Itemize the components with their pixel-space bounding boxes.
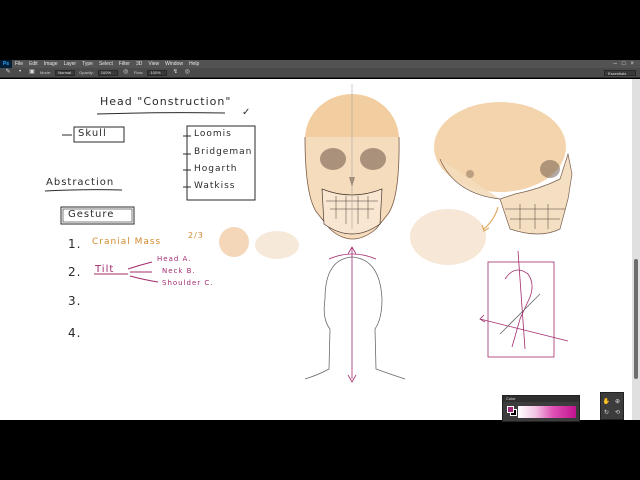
app-logo: Ps [0,60,12,68]
flow-label: Flow: [133,70,144,75]
brush-panel-icon[interactable]: ▣ [28,69,36,76]
front-skull [304,84,400,240]
maximize-button[interactable]: □ [622,60,626,68]
tilt-figure [479,250,569,358]
cranial-mass-circle-1 [219,227,249,257]
foreground-color-swatch[interactable] [507,406,514,413]
mode-select[interactable]: Normal [55,69,76,76]
title-underline [96,112,226,115]
tilt-shoulder: Shoulder C. [162,279,214,287]
pressure-opacity-icon[interactable]: ◎ [122,69,130,76]
tilt-head: Head A. [157,255,192,263]
pressure-size-icon[interactable]: ◎ [183,69,191,76]
scrollbar-thumb[interactable] [634,259,638,379]
airbrush-icon[interactable]: ↯ [171,69,179,76]
abstraction-underline [44,189,123,192]
tilt-neck: Neck B. [162,267,196,275]
menu-edit[interactable]: Edit [26,60,41,68]
menu-filter[interactable]: Filter [116,60,133,68]
tilt-arrow-shoulder [129,275,159,283]
gesture-heading: Gesture [68,209,115,220]
menu-image[interactable]: Image [41,60,61,68]
artist-hogarth: Hogarth [194,164,238,174]
close-button[interactable]: × [630,60,634,68]
window-controls: – □ × [614,60,640,68]
list-number-2: 2. [68,265,82,279]
cranial-mass-label: Cranial Mass [92,237,162,247]
menu-file[interactable]: File [12,60,26,68]
zoom-icon[interactable]: ⊕ [615,399,620,406]
abstraction-heading: Abstraction [46,177,115,188]
navigator-tools-panel: ✋ ⊕ ↻ ⟲ [600,392,624,420]
workspace-select[interactable]: Essentials [604,69,636,76]
opacity-label: Opacity: [79,70,94,75]
artist-loomis: Loomis [194,129,232,139]
page-title: Head "Construction" [100,95,232,108]
color-panel[interactable]: Color [502,395,580,422]
photoshop-window: Ps File Edit Image Layer Type Select Fil… [0,0,640,480]
minimize-button[interactable]: – [614,60,617,68]
menu-select[interactable]: Select [96,60,116,68]
options-bar: ✎ • ▣ Mode: Normal Opacity: 100% ◎ Flow:… [0,68,640,78]
tilt-label: Tilt [95,264,115,275]
vertical-scrollbar[interactable] [632,79,640,420]
opacity-field[interactable]: 100% [97,69,118,76]
cranial-mass-circle-3 [410,209,486,265]
menu-3d[interactable]: 3D [133,60,145,68]
menu-window[interactable]: Window [162,60,186,68]
color-ramp[interactable] [518,406,576,418]
check-mark: ✓ [242,107,252,118]
color-panel-title: Color [503,396,579,402]
menu-layer[interactable]: Layer [61,60,80,68]
brush-size-icon[interactable]: • [16,69,24,76]
hand-icon[interactable]: ✋ [603,399,610,406]
mode-label: Mode: [40,70,52,75]
orange-arrow [483,206,499,230]
flow-field[interactable]: 100% [147,69,168,76]
cranial-mass-fraction: 2/3 [188,231,204,240]
head-neck-outline [304,246,406,383]
document-canvas[interactable]: Head "Construction" ✓ Skull Loomis Bridg… [0,79,632,420]
menu-bar: Ps File Edit Image Layer Type Select Fil… [0,60,640,68]
menu-type[interactable]: Type [79,60,96,68]
cranial-mass-circle-2 [255,231,299,259]
tilt-arrow-head [127,261,153,270]
brush-tool-icon[interactable]: ✎ [4,69,12,76]
list-number-4: 4. [68,326,82,340]
artist-bridgeman: Bridgeman [194,147,253,157]
list-number-1: 1. [68,237,82,251]
skull-label: Skull [78,128,107,139]
reset-icon[interactable]: ⟲ [615,410,620,417]
rotate-icon[interactable]: ↻ [604,410,609,417]
artist-watkiss: Watkiss [194,181,236,191]
menu-help[interactable]: Help [186,60,202,68]
list-number-3: 3. [68,294,82,308]
menu-view[interactable]: View [145,60,162,68]
